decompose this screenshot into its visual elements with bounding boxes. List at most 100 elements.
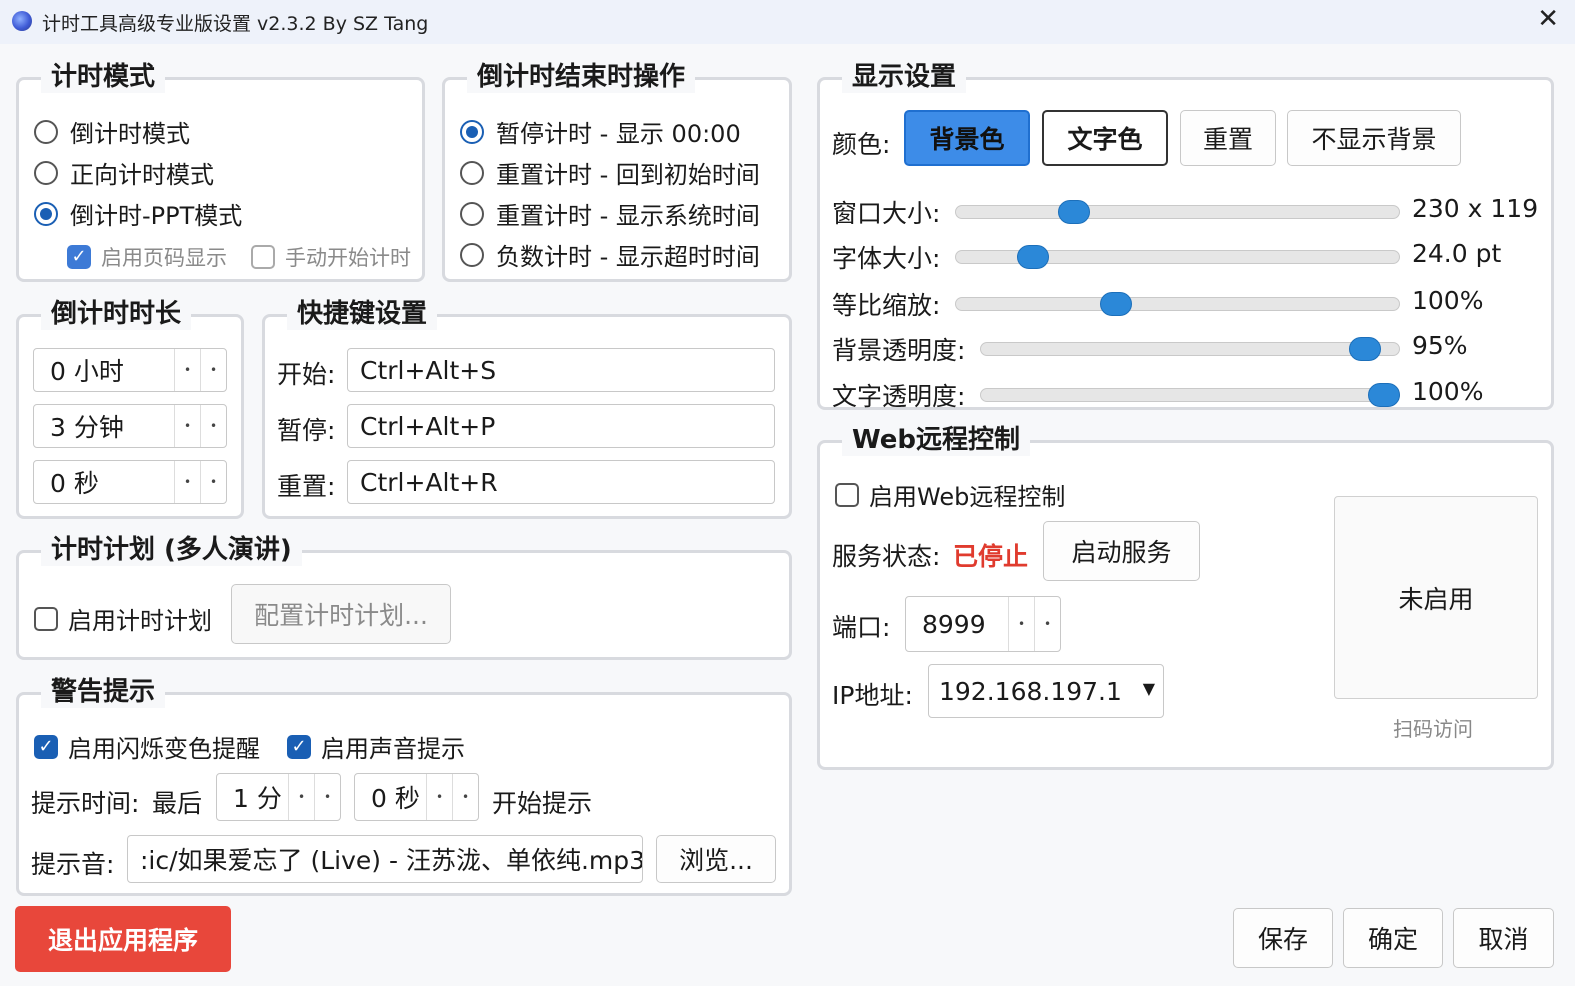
browse-button[interactable]: 浏览... xyxy=(656,835,776,883)
slider-thumb[interactable] xyxy=(1099,292,1132,316)
enable-web-checkbox[interactable]: 启用Web远程控制 xyxy=(835,477,1065,512)
bg-color-button[interactable]: 背景色 xyxy=(904,110,1030,166)
pause-hotkey-label: 暂停: xyxy=(277,416,336,445)
checkmark-icon[interactable]: ✓ xyxy=(67,245,91,269)
spin-arrows[interactable]: • • xyxy=(426,774,478,820)
warning-title: 警告提示 xyxy=(41,671,166,708)
manual-start-checkbox[interactable]: 手动开始计时 xyxy=(251,242,411,272)
spin-down-icon[interactable]: • xyxy=(427,774,452,820)
slider-thumb[interactable] xyxy=(1348,337,1381,361)
port-value[interactable]: 8999 xyxy=(906,610,1008,639)
save-button[interactable]: 保存 xyxy=(1233,908,1333,968)
warning-seconds-spinbox[interactable]: 0 秒 • • xyxy=(354,773,479,821)
timing-mode-group: 计时模式 倒计时模式 正向计时模式 倒计时-PPT模式 ✓ 启用页码显示 手动开… xyxy=(16,56,425,282)
slider-thumb[interactable] xyxy=(1016,245,1049,269)
ok-button[interactable]: 确定 xyxy=(1343,908,1443,968)
port-spinbox[interactable]: 8999 • • xyxy=(905,596,1061,652)
slider-thumb[interactable] xyxy=(1368,383,1400,407)
color-reset-button[interactable]: 重置 xyxy=(1180,110,1276,166)
close-icon[interactable]: ✕ xyxy=(1537,4,1559,34)
spin-arrows[interactable]: • • xyxy=(174,405,226,447)
radio-icon[interactable] xyxy=(460,119,484,144)
radio-icon[interactable] xyxy=(34,160,58,185)
show-page-number-checkbox[interactable]: ✓ 启用页码显示 xyxy=(67,242,227,272)
radio-label: 倒计时-PPT模式 xyxy=(70,202,243,230)
display-title: 显示设置 xyxy=(842,56,967,93)
start-hotkey-label: 开始: xyxy=(277,360,336,389)
hours-value[interactable]: 0 小时 xyxy=(34,352,174,388)
radio-label: 倒计时模式 xyxy=(70,120,190,148)
title-bar: 计时工具高级专业版设置 v2.3.2 By SZ Tang ✕ xyxy=(0,0,1575,44)
spin-arrows[interactable]: • • xyxy=(174,349,226,391)
checkbox-icon[interactable] xyxy=(251,245,275,269)
service-status-label: 服务状态: xyxy=(832,542,941,571)
warning-minutes-value[interactable]: 1 分 xyxy=(217,779,288,815)
slider-track[interactable] xyxy=(955,297,1400,311)
end-action-title: 倒计时结束时操作 xyxy=(467,56,696,93)
flash-warning-checkbox[interactable]: ✓ 启用闪烁变色提醒 xyxy=(34,729,260,764)
spin-down-icon[interactable]: • xyxy=(175,349,200,391)
web-remote-group: Web远程控制 启用Web远程控制 服务状态: 已停止 启动服务 端口: 899… xyxy=(817,419,1554,770)
radio-end-reset-initial[interactable]: 重置计时 - 回到初始时间 xyxy=(460,155,760,190)
spin-up-icon[interactable]: • xyxy=(452,774,478,820)
slider-value: 100% xyxy=(1412,377,1484,406)
spin-down-icon[interactable]: • xyxy=(289,774,314,820)
qr-caption: 扫码访问 xyxy=(1393,717,1473,741)
radio-icon[interactable] xyxy=(460,160,484,185)
radio-countdown-mode[interactable]: 倒计时模式 xyxy=(34,114,190,149)
sound-warning-checkbox[interactable]: ✓ 启用声音提示 xyxy=(287,729,465,764)
reset-hotkey-input[interactable]: Ctrl+Alt+R xyxy=(347,460,775,504)
radio-icon[interactable] xyxy=(460,201,484,226)
radio-forward-mode[interactable]: 正向计时模式 xyxy=(34,155,214,190)
spin-arrows[interactable]: • • xyxy=(288,774,340,820)
start-hotkey-input[interactable]: Ctrl+Alt+S xyxy=(347,348,775,392)
checkmark-icon[interactable]: ✓ xyxy=(34,734,58,759)
ip-value[interactable]: 192.168.197.1 xyxy=(939,677,1122,706)
spin-up-icon[interactable]: • xyxy=(200,405,226,447)
radio-end-pause[interactable]: 暂停计时 - 显示 00:00 xyxy=(460,114,741,149)
warning-minutes-spinbox[interactable]: 1 分 • • xyxy=(216,773,341,821)
minutes-spinbox[interactable]: 3 分钟 • • xyxy=(33,404,227,448)
spin-arrows[interactable]: • • xyxy=(174,461,226,503)
radio-icon[interactable] xyxy=(460,242,484,267)
slider-track[interactable] xyxy=(955,205,1400,219)
radio-icon[interactable] xyxy=(34,119,58,144)
slider-thumb[interactable] xyxy=(1058,200,1091,224)
text-color-button[interactable]: 文字色 xyxy=(1042,110,1168,166)
checkbox-icon[interactable] xyxy=(34,606,58,631)
ip-select[interactable]: 192.168.197.1 ▼ xyxy=(928,664,1164,718)
cancel-button[interactable]: 取消 xyxy=(1453,908,1554,968)
enable-plan-checkbox[interactable]: 启用计时计划 xyxy=(34,601,212,636)
slider-track[interactable] xyxy=(980,342,1400,356)
seconds-value[interactable]: 0 秒 xyxy=(34,464,174,500)
radio-end-reset-system[interactable]: 重置计时 - 显示系统时间 xyxy=(460,196,760,231)
spin-arrows[interactable]: • • xyxy=(1008,597,1060,651)
spin-up-icon[interactable]: • xyxy=(200,461,226,503)
pause-hotkey-input[interactable]: Ctrl+Alt+P xyxy=(347,404,775,448)
minutes-value[interactable]: 3 分钟 xyxy=(34,408,174,444)
checkbox-icon[interactable] xyxy=(835,482,859,507)
checkmark-icon[interactable]: ✓ xyxy=(287,734,311,759)
spin-up-icon[interactable]: • xyxy=(200,349,226,391)
radio-ppt-mode[interactable]: 倒计时-PPT模式 xyxy=(34,196,242,231)
start-hint-label: 开始提示 xyxy=(492,789,593,818)
dropdown-caret-icon[interactable]: ▼ xyxy=(1143,679,1155,698)
spin-up-icon[interactable]: • xyxy=(314,774,340,820)
start-service-button[interactable]: 启动服务 xyxy=(1043,521,1200,581)
configure-plan-button[interactable]: 配置计时计划... xyxy=(231,584,451,644)
spin-down-icon[interactable]: • xyxy=(175,461,200,503)
spin-down-icon[interactable]: • xyxy=(175,405,200,447)
slider-track[interactable] xyxy=(980,388,1400,402)
warning-seconds-value[interactable]: 0 秒 xyxy=(355,779,426,815)
hours-spinbox[interactable]: 0 小时 • • xyxy=(33,348,227,392)
warning-last-label: 最后 xyxy=(152,789,203,818)
plan-group: 计时计划 (多人演讲) 启用计时计划 配置计时计划... xyxy=(16,529,792,660)
radio-end-negative[interactable]: 负数计时 - 显示超时时间 xyxy=(460,237,760,272)
radio-icon[interactable] xyxy=(34,201,58,226)
spin-down-icon[interactable]: • xyxy=(1009,597,1034,651)
no-background-button[interactable]: 不显示背景 xyxy=(1287,110,1461,166)
seconds-spinbox[interactable]: 0 秒 • • xyxy=(33,460,227,504)
exit-app-button[interactable]: 退出应用程序 xyxy=(15,906,231,972)
sound-file-input[interactable]: :ic/如果爱忘了 (Live) - 汪苏泷、单依纯.mp3 xyxy=(127,835,643,883)
spin-up-icon[interactable]: • xyxy=(1034,597,1060,651)
